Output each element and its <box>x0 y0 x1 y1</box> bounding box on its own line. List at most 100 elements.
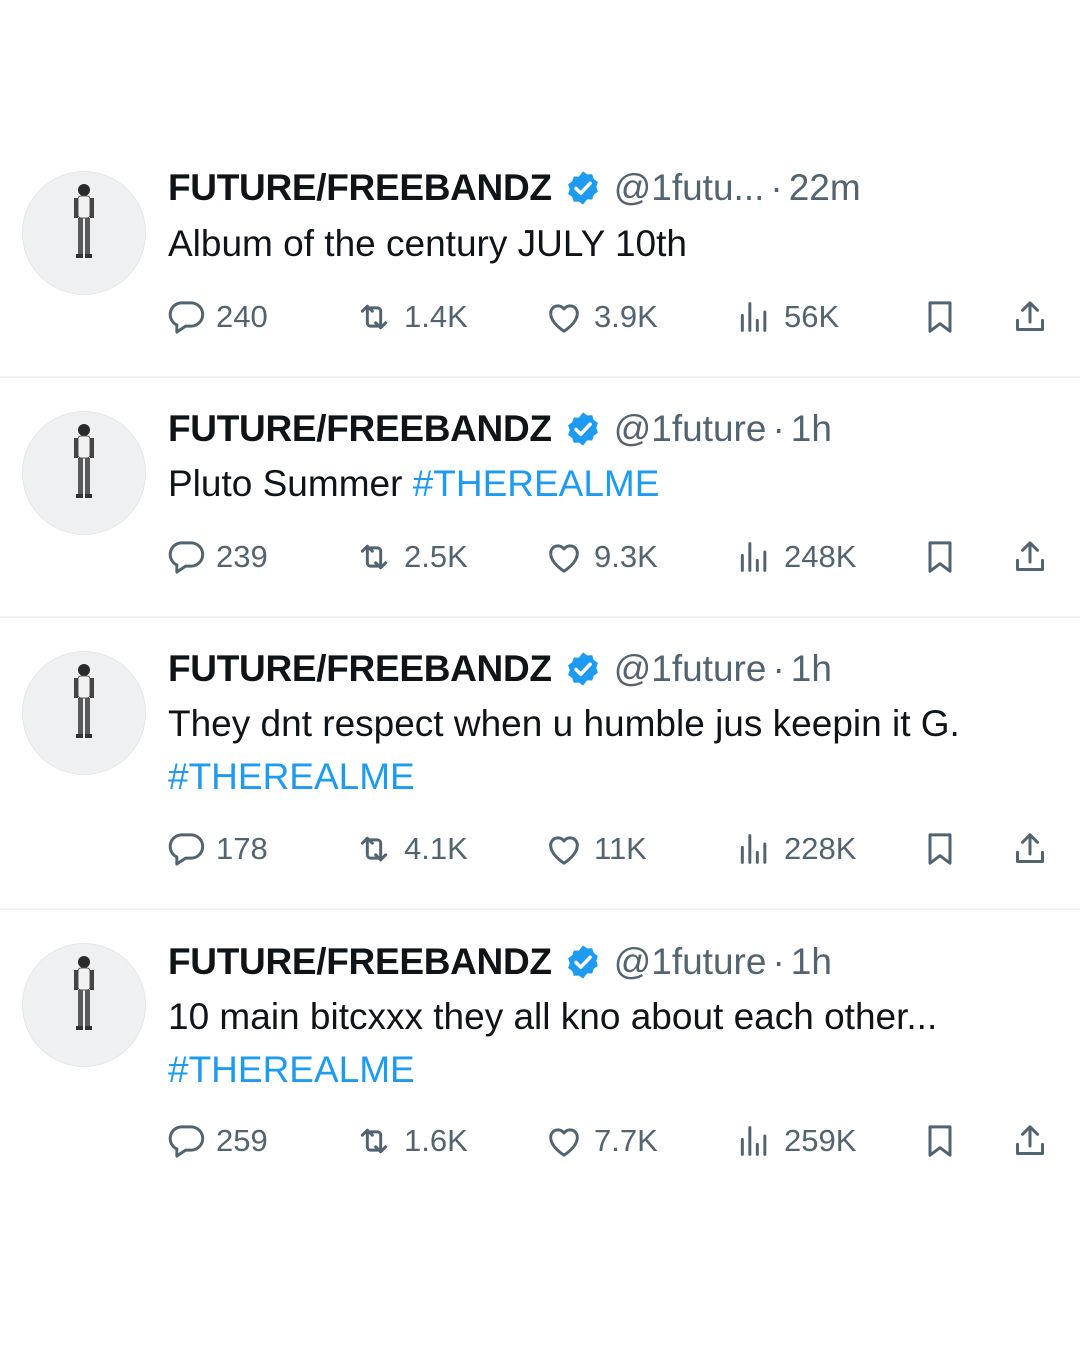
views-count: 248K <box>784 539 857 574</box>
views-icon <box>734 829 774 869</box>
like-button[interactable]: 9.3K <box>544 535 658 579</box>
avatar[interactable] <box>22 171 146 295</box>
like-button[interactable]: 11K <box>544 827 647 871</box>
user-handle[interactable]: @1future <box>614 408 767 450</box>
divider <box>0 376 1080 378</box>
reply-button[interactable]: 178 <box>166 827 268 871</box>
bookmark-button[interactable] <box>920 535 960 579</box>
avatar[interactable] <box>22 651 146 775</box>
hashtag-link[interactable]: #THEREALME <box>168 1049 415 1090</box>
repost-button[interactable]: 2.5K <box>354 535 468 579</box>
bookmark-icon <box>920 1121 960 1161</box>
reply-button[interactable]: 259 <box>166 1119 268 1163</box>
repost-button[interactable]: 4.1K <box>354 827 468 871</box>
tweet-body: 10 main bitcxxx they all kno about each … <box>168 996 938 1037</box>
views-icon <box>734 1121 774 1161</box>
views-icon <box>734 537 774 577</box>
like-count: 7.7K <box>594 1123 658 1158</box>
divider <box>0 908 1080 910</box>
views-button[interactable]: 56K <box>734 295 839 339</box>
like-icon <box>544 829 584 869</box>
views-button[interactable]: 228K <box>734 827 856 871</box>
views-count: 56K <box>784 299 840 334</box>
verified-badge-icon <box>564 650 602 688</box>
timestamp[interactable]: 1h <box>791 408 832 450</box>
timestamp[interactable]: 1h <box>791 648 832 690</box>
tweet-header: FUTURE/FREEBANDZ @1future · 1h <box>168 938 832 986</box>
hashtag-link[interactable]: #THEREALME <box>413 463 660 504</box>
verified-badge-icon <box>564 943 602 981</box>
repost-count: 4.1K <box>404 831 468 866</box>
share-icon <box>1010 537 1050 577</box>
tweet-text: Album of the century JULY 10th <box>168 217 1068 270</box>
divider <box>0 616 1080 618</box>
like-button[interactable]: 3.9K <box>544 295 658 339</box>
avatar[interactable] <box>22 943 146 1067</box>
reply-icon <box>166 1121 206 1161</box>
repost-icon <box>354 1121 394 1161</box>
hashtag-link[interactable]: #THEREALME <box>168 756 415 797</box>
reply-count: 178 <box>216 831 268 866</box>
like-count: 11K <box>594 831 647 866</box>
tweet-header: FUTURE/FREEBANDZ @1future · 1h <box>168 645 832 693</box>
display-name[interactable]: FUTURE/FREEBANDZ <box>168 167 552 209</box>
reply-icon <box>166 537 206 577</box>
views-icon <box>734 297 774 337</box>
separator: · <box>772 941 785 982</box>
reply-count: 239 <box>216 539 268 574</box>
tweet-body: They dnt respect when u humble jus keepi… <box>168 703 960 744</box>
tweet-body: Pluto Summer <box>168 463 413 504</box>
display-name[interactable]: FUTURE/FREEBANDZ <box>168 941 552 983</box>
share-button[interactable] <box>1010 1119 1050 1163</box>
display-name[interactable]: FUTURE/FREEBANDZ <box>168 648 552 690</box>
user-handle[interactable]: @1future <box>614 648 767 690</box>
share-button[interactable] <box>1010 827 1050 871</box>
bookmark-icon <box>920 829 960 869</box>
timestamp[interactable]: 1h <box>791 941 832 983</box>
share-button[interactable] <box>1010 295 1050 339</box>
action-bar: 240 1.4K 3.9K 56K <box>166 295 1056 339</box>
tweet-text: 10 main bitcxxx they all kno about each … <box>168 990 1068 1096</box>
share-button[interactable] <box>1010 535 1050 579</box>
repost-icon <box>354 297 394 337</box>
reply-icon <box>166 297 206 337</box>
avatar[interactable] <box>22 411 146 535</box>
tweet-header: FUTURE/FREEBANDZ @1futu... · 22m <box>168 164 861 212</box>
action-bar: 239 2.5K 9.3K 248K <box>166 535 1056 579</box>
reply-count: 259 <box>216 1123 268 1158</box>
like-icon <box>544 1121 584 1161</box>
bookmark-button[interactable] <box>920 827 960 871</box>
verified-badge-icon <box>564 410 602 448</box>
repost-count: 1.6K <box>404 1123 468 1158</box>
tweet-text: They dnt respect when u humble jus keepi… <box>168 697 1068 803</box>
action-bar: 259 1.6K 7.7K 259K <box>166 1119 1056 1163</box>
views-button[interactable]: 259K <box>734 1119 856 1163</box>
share-icon <box>1010 829 1050 869</box>
tweet-header: FUTURE/FREEBANDZ @1future · 1h <box>168 405 832 453</box>
repost-button[interactable]: 1.6K <box>354 1119 468 1163</box>
display-name[interactable]: FUTURE/FREEBANDZ <box>168 408 552 450</box>
user-handle[interactable]: @1futu... <box>614 167 765 209</box>
views-button[interactable]: 248K <box>734 535 856 579</box>
bookmark-button[interactable] <box>920 1119 960 1163</box>
bookmark-icon <box>920 297 960 337</box>
like-count: 3.9K <box>594 299 658 334</box>
like-icon <box>544 297 584 337</box>
reply-button[interactable]: 239 <box>166 535 268 579</box>
separator: · <box>772 408 785 449</box>
user-handle[interactable]: @1future <box>614 941 767 983</box>
views-count: 259K <box>784 1123 857 1158</box>
timestamp[interactable]: 22m <box>789 167 861 209</box>
like-count: 9.3K <box>594 539 658 574</box>
repost-count: 2.5K <box>404 539 468 574</box>
reply-button[interactable]: 240 <box>166 295 268 339</box>
reply-count: 240 <box>216 299 268 334</box>
bookmark-icon <box>920 537 960 577</box>
like-button[interactable]: 7.7K <box>544 1119 658 1163</box>
bookmark-button[interactable] <box>920 295 960 339</box>
repost-count: 1.4K <box>404 299 468 334</box>
share-icon <box>1010 1121 1050 1161</box>
views-count: 228K <box>784 831 857 866</box>
verified-badge-icon <box>564 169 602 207</box>
repost-button[interactable]: 1.4K <box>354 295 468 339</box>
